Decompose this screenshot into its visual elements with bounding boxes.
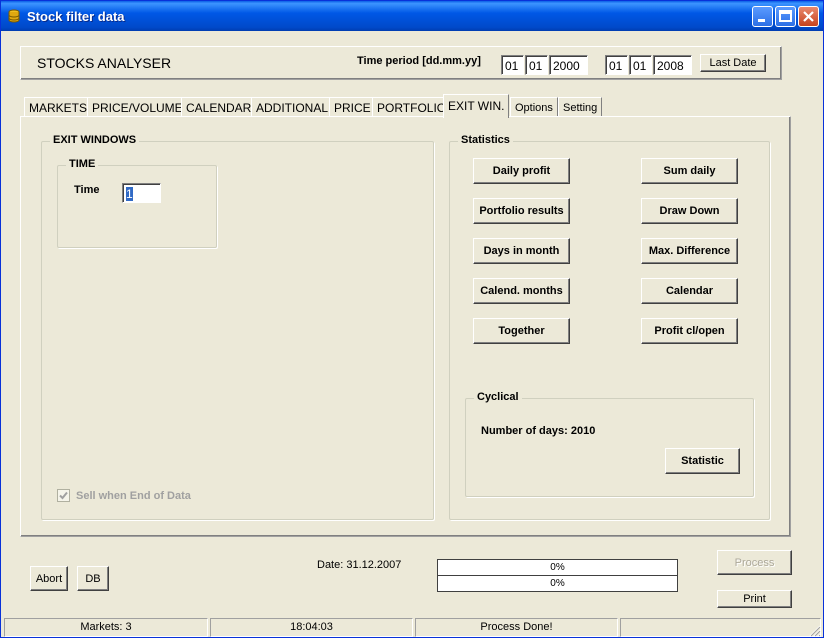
statistics-group: Statistics Daily profit Sum daily Portfo… [449, 134, 770, 520]
status-message: Process Done! [415, 618, 618, 637]
status-extra [620, 618, 821, 637]
exit-windows-title: EXIT WINDOWS [50, 134, 140, 146]
last-date-button[interactable]: Last Date [700, 54, 766, 72]
portfolio-results-button[interactable]: Portfolio results [473, 198, 570, 224]
status-markets: Markets: 3 [4, 618, 208, 637]
draw-down-button[interactable]: Draw Down [641, 198, 738, 224]
time-period-label: Time period [dd.mm.yy] [357, 55, 481, 67]
from-month-field[interactable]: 01 [525, 55, 548, 75]
progress-bar-1: 0% [437, 559, 678, 576]
sell-checkbox-label: Sell when End of Data [76, 489, 191, 502]
close-button[interactable] [798, 6, 819, 27]
tab-exit-win[interactable]: EXIT WIN. [443, 94, 510, 118]
date-text: Date: 31.12.2007 [317, 559, 402, 571]
time-group: TIME Time 1 [57, 158, 217, 248]
time-value: 1 [126, 187, 133, 201]
tab-markets[interactable]: MARKETS [24, 97, 93, 117]
sum-daily-button[interactable]: Sum daily [641, 158, 738, 184]
sell-checkbox-row[interactable]: Sell when End of Data [57, 489, 191, 502]
max-difference-button[interactable]: Max. Difference [641, 238, 738, 264]
minimize-button[interactable] [752, 6, 773, 27]
database-icon [8, 9, 20, 23]
tab-price-volume[interactable]: PRICE/VOLUME [87, 97, 188, 117]
maximize-button[interactable] [775, 6, 796, 27]
exit-windows-group: EXIT WINDOWS TIME Time 1 Sell when End o… [41, 134, 434, 520]
together-button[interactable]: Together [473, 318, 570, 344]
tab-setting[interactable]: Setting [558, 97, 603, 117]
tab-calendar[interactable]: CALENDAR [181, 97, 257, 117]
app-name: STOCKS ANALYSER [37, 55, 172, 71]
days-in-month-button[interactable]: Days in month [473, 238, 570, 264]
status-time: 18:04:03 [210, 618, 413, 637]
minimize-icon [758, 19, 765, 22]
print-button[interactable]: Print [717, 590, 792, 608]
process-button[interactable]: Process [717, 550, 792, 575]
time-label: Time [74, 184, 100, 196]
tab-price[interactable]: PRICE [329, 97, 376, 117]
to-month-field[interactable]: 01 [629, 55, 652, 75]
tab-portfolio[interactable]: PORTFOLIO [372, 97, 452, 117]
main-window: Stock filter data STOCKS ANALYSER Time p… [0, 0, 824, 638]
db-button[interactable]: DB [77, 566, 109, 591]
cyclical-group: Cyclical Number of days: 2010 Statistic [465, 391, 754, 497]
time-input[interactable]: 1 [122, 183, 161, 203]
calend-months-button[interactable]: Calend. months [473, 278, 570, 304]
time-group-title: TIME [66, 158, 99, 170]
progress-bar-2: 0% [437, 575, 678, 592]
number-of-days-text: Number of days: 2010 [481, 425, 596, 437]
calendar-button[interactable]: Calendar [641, 278, 738, 304]
from-day-field[interactable]: 01 [501, 55, 524, 75]
statistics-title: Statistics [458, 134, 513, 146]
tab-options[interactable]: Options [510, 97, 558, 117]
cyclical-title: Cyclical [474, 391, 522, 403]
title-bar[interactable]: Stock filter data [1, 1, 823, 31]
to-day-field[interactable]: 01 [605, 55, 628, 75]
to-year-field[interactable]: 2008 [653, 55, 692, 75]
maximize-icon [779, 10, 792, 22]
daily-profit-button[interactable]: Daily profit [473, 158, 570, 184]
checkbox-checked-icon[interactable] [57, 489, 70, 502]
profit-cl-open-button[interactable]: Profit cl/open [641, 318, 738, 344]
abort-button[interactable]: Abort [30, 566, 68, 591]
resize-grip-icon[interactable] [807, 623, 821, 637]
close-icon [803, 11, 814, 22]
from-year-field[interactable]: 2000 [549, 55, 588, 75]
statistic-button[interactable]: Statistic [665, 448, 740, 474]
window-title: Stock filter data [27, 9, 125, 24]
tab-additional[interactable]: ADDITIONAL [251, 97, 334, 117]
